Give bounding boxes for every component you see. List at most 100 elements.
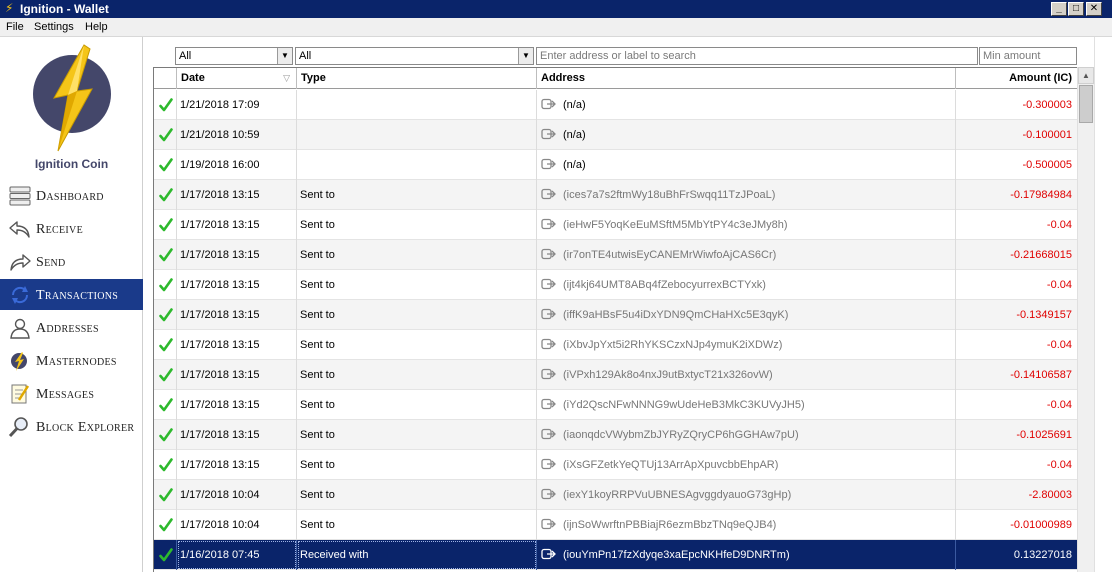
table-row[interactable]: 1/17/2018 13:15 Sent to (ices7a7s2ftmWy18u… (154, 180, 1077, 210)
address-cell: (n/a) (537, 120, 956, 150)
chevron-down-icon[interactable]: ▼ (518, 48, 533, 64)
address-text: (ijt4kj64UMT8ABq4fZebocyurrexBCTYxk) (563, 279, 766, 291)
column-header-type[interactable]: Type (297, 68, 537, 89)
column-header-status[interactable] (154, 68, 177, 89)
menu-help[interactable]: Help (85, 21, 108, 33)
chevron-down-icon[interactable]: ▼ (277, 48, 292, 64)
sidebar-item-block-explorer[interactable]: Block Explorer (0, 411, 143, 442)
maximize-button[interactable]: □ (1068, 2, 1084, 16)
amount-cell: -0.04 (1046, 339, 1072, 351)
address-text: (iXsGFZetkYeQTUj13ArrApXpuvcbbEhpAR) (563, 459, 779, 471)
addresses-icon (10, 318, 30, 339)
table-row[interactable]: 1/16/2018 07:45 Received with (iouYmPn17fz… (154, 540, 1077, 570)
column-header-amount[interactable]: Amount (IC) (956, 68, 1077, 89)
date-filter-select[interactable]: All ▼ (175, 47, 293, 65)
tx-output-icon (541, 428, 556, 440)
status-cell (154, 90, 177, 120)
block-explorer-icon (8, 417, 28, 438)
address-cell: (iVPxh129Ak8o4nxJ9utBxtycT21x326ovW) (537, 360, 956, 390)
type-cell: Sent to (297, 300, 537, 330)
column-header-date[interactable]: Date ▽ (177, 68, 297, 89)
sidebar-item-label: Send (36, 255, 66, 270)
date-cell: 1/17/2018 10:04 (177, 510, 297, 540)
tx-output-icon (541, 458, 556, 470)
title-bar[interactable]: ⚡ Ignition - Wallet _ □ ✕ (0, 0, 1112, 18)
table-row[interactable]: 1/21/2018 10:59 (n/a) -0.100001 (154, 120, 1077, 150)
table-row[interactable]: 1/17/2018 13:15 Sent to (iXsGFZetkYeQTUj13… (154, 450, 1077, 480)
table-row[interactable]: 1/17/2018 13:15 Sent to (ijt4kj64UMT8ABq4f… (154, 270, 1077, 300)
column-header-address[interactable]: Address (537, 68, 956, 89)
scrollbar-thumb[interactable] (1079, 85, 1093, 123)
close-button[interactable]: ✕ (1086, 2, 1102, 16)
amount-cell: -0.14106587 (1010, 369, 1072, 381)
confirmed-check-icon (159, 338, 173, 352)
table-row[interactable]: 1/17/2018 13:15 Sent to (iXbvJpYxt5i2RhYKS… (154, 330, 1077, 360)
status-cell (154, 420, 177, 450)
amount-cell: -0.1349157 (1016, 309, 1072, 321)
address-cell: (ir7onTE4utwisEyCANEMrWiwfoAjCAS6Cr) (537, 240, 956, 270)
type-cell: Sent to (297, 330, 537, 360)
type-cell: Sent to (297, 270, 537, 300)
confirmed-check-icon (159, 458, 173, 472)
sidebar-item-send[interactable]: Send (0, 246, 143, 277)
status-cell (154, 480, 177, 510)
sidebar-item-masternodes[interactable]: Masternodes (0, 345, 143, 376)
menu-file[interactable]: File (6, 21, 24, 33)
table-row[interactable]: 1/21/2018 17:09 (n/a) -0.300003 (154, 90, 1077, 120)
table-row[interactable]: 1/19/2018 16:00 (n/a) -0.500005 (154, 150, 1077, 180)
menu-settings[interactable]: Settings (34, 21, 74, 33)
confirmed-check-icon (159, 518, 173, 532)
table-row[interactable]: 1/17/2018 13:15 Sent to (ir7onTE4utwisEyCA… (154, 240, 1077, 270)
sidebar-item-messages[interactable]: Messages (0, 378, 143, 409)
receive-icon (9, 221, 30, 238)
tx-output-icon (541, 518, 556, 530)
wallet-window: ⚡ Ignition - Wallet _ □ ✕ File Settings … (0, 0, 1112, 572)
type-cell: Sent to (297, 480, 537, 510)
sort-indicator-icon: ▽ (283, 73, 290, 83)
window-right-edge (1094, 37, 1112, 572)
address-search-field[interactable] (536, 47, 978, 65)
table-row[interactable]: 1/17/2018 10:04 Sent to (iexY1koyRRPVuUBNE… (154, 480, 1077, 510)
scroll-up-icon[interactable]: ▲ (1078, 67, 1094, 84)
sidebar-item-transactions[interactable]: Transactions (0, 279, 143, 310)
type-cell: Sent to (297, 240, 537, 270)
vertical-scrollbar[interactable]: ▲ (1077, 67, 1094, 572)
status-cell (154, 180, 177, 210)
confirmed-check-icon (159, 98, 173, 112)
date-cell: 1/17/2018 13:15 (177, 240, 297, 270)
tx-output-icon (541, 158, 556, 170)
minimize-button[interactable]: _ (1051, 2, 1067, 16)
amount-cell: -0.01000989 (1010, 519, 1072, 531)
table-row[interactable]: 1/17/2018 13:15 Sent to (iffK9aHBsF5u4iDxY… (154, 300, 1077, 330)
date-cell: 1/21/2018 10:59 (177, 120, 297, 150)
min-amount-field[interactable] (979, 47, 1077, 65)
table-row[interactable]: 1/17/2018 13:15 Sent to (iYd2QscNFwNNNG9wU… (154, 390, 1077, 420)
table-row[interactable]: 1/17/2018 10:04 Sent to (ijnSoWwrftnPBBiaj… (154, 510, 1077, 540)
address-cell: (iexY1koyRRPVuUBNESAgvggdyauoG73gHp) (537, 480, 956, 510)
confirmed-check-icon (159, 428, 173, 442)
status-cell (154, 240, 177, 270)
table-row[interactable]: 1/17/2018 13:15 Sent to (ieHwF5YoqKeEuMSft… (154, 210, 1077, 240)
sidebar-item-receive[interactable]: Receive (0, 213, 143, 244)
table-row[interactable]: 1/17/2018 13:15 Sent to (iaonqdcVWybmZbJYR… (154, 420, 1077, 450)
address-cell: (iffK9aHBsF5u4iDxYDN9QmCHaHXc5E3qyK) (537, 300, 956, 330)
tx-output-icon (541, 278, 556, 290)
masternodes-icon (11, 352, 27, 371)
menu-bar: File Settings Help (0, 18, 1112, 37)
address-cell: (ices7a7s2ftmWy18uBhFrSwqq11TzJPoaL) (537, 180, 956, 210)
tx-output-icon (541, 308, 556, 320)
min-amount-input[interactable] (980, 48, 1076, 64)
type-cell (297, 150, 537, 180)
status-cell (154, 360, 177, 390)
tx-output-icon (541, 128, 556, 140)
address-cell: (n/a) (537, 150, 956, 180)
send-icon (10, 254, 31, 271)
sidebar-item-addresses[interactable]: Addresses (0, 312, 143, 343)
date-cell: 1/17/2018 13:15 (177, 330, 297, 360)
sidebar-item-dashboard[interactable]: Dashboard (0, 180, 143, 211)
address-search-input[interactable] (537, 48, 977, 64)
type-cell: Sent to (297, 450, 537, 480)
table-row[interactable]: 1/17/2018 13:15 Sent to (iVPxh129Ak8o4nxJ9… (154, 360, 1077, 390)
date-cell: 1/17/2018 13:15 (177, 300, 297, 330)
type-filter-select[interactable]: All ▼ (295, 47, 534, 65)
